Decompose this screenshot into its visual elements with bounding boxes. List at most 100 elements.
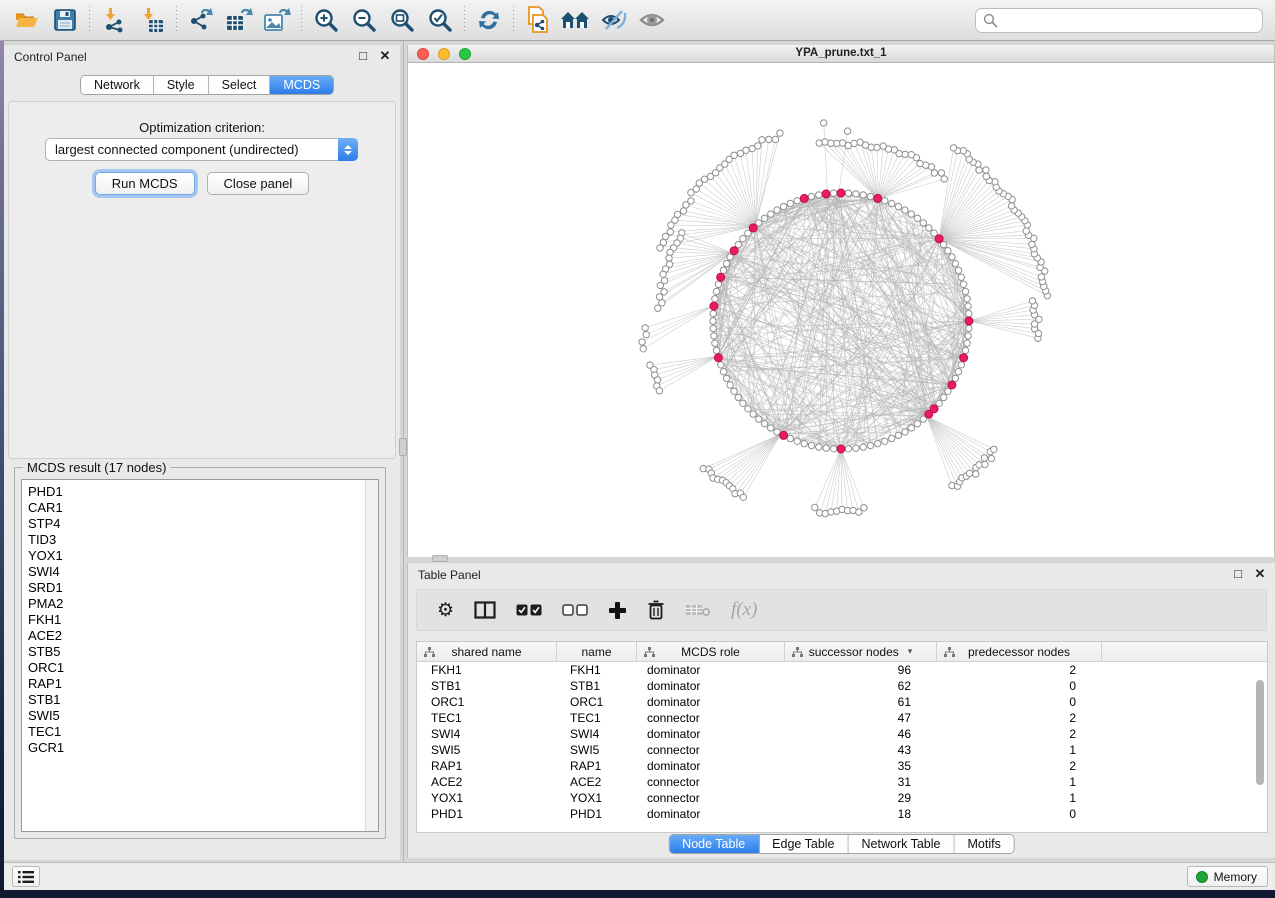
tab-select[interactable]: Select (209, 76, 271, 94)
network-node[interactable] (740, 494, 746, 500)
column-header-shared-name[interactable]: shared name (417, 642, 557, 661)
network-node[interactable] (983, 167, 989, 173)
network-node[interactable] (867, 193, 873, 199)
task-history-button[interactable] (12, 866, 40, 887)
table-row[interactable]: YOX1YOX1connector291 (417, 790, 1267, 806)
network-node[interactable] (962, 288, 968, 294)
network-node[interactable] (965, 303, 971, 309)
network-node[interactable] (845, 190, 851, 196)
delete-table-button[interactable] (685, 603, 711, 617)
export-image-button[interactable] (258, 3, 296, 37)
network-node[interactable] (955, 267, 961, 273)
network-node[interactable] (794, 438, 800, 444)
new-network-from-selection-button[interactable] (519, 3, 557, 37)
network-node[interactable] (688, 190, 694, 196)
network-node[interactable] (902, 207, 908, 213)
network-node[interactable] (880, 143, 886, 149)
network-node[interactable] (982, 461, 988, 467)
network-node[interactable] (938, 170, 944, 176)
delete-column-button[interactable] (647, 600, 665, 620)
network-node[interactable] (772, 136, 778, 142)
mcds-network-node[interactable] (960, 354, 968, 362)
network-node[interactable] (680, 208, 686, 214)
network-node[interactable] (711, 333, 717, 339)
table-row[interactable]: FKH1FKH1dominator962 (417, 662, 1267, 678)
tab-motifs[interactable]: Motifs (954, 835, 1013, 853)
network-node[interactable] (710, 310, 716, 316)
table-scrollbar-thumb[interactable] (1256, 680, 1264, 785)
network-node[interactable] (867, 442, 873, 448)
network-node[interactable] (853, 191, 859, 197)
network-node[interactable] (875, 440, 881, 446)
import-table-button[interactable] (133, 3, 171, 37)
mcds-result-item[interactable]: PHD1 (28, 484, 378, 500)
network-node[interactable] (710, 325, 716, 331)
network-node[interactable] (926, 225, 932, 231)
network-node[interactable] (976, 167, 982, 173)
network-node[interactable] (657, 245, 663, 251)
network-node[interactable] (657, 282, 663, 288)
show-columns-button[interactable] (474, 601, 496, 619)
network-node[interactable] (759, 137, 765, 143)
zoom-selected-button[interactable] (421, 3, 459, 37)
criterion-dropdown[interactable]: largest connected component (undirected) (45, 138, 358, 161)
float-panel-icon[interactable]: □ (354, 48, 372, 63)
network-node[interactable] (845, 446, 851, 452)
tab-network-table[interactable]: Network Table (849, 835, 955, 853)
mcds-network-node[interactable] (874, 194, 882, 202)
mcds-network-node[interactable] (710, 302, 718, 310)
network-node[interactable] (861, 505, 867, 511)
function-builder-button[interactable]: f(x) (731, 599, 757, 621)
show-graphics-details-button[interactable] (633, 3, 671, 37)
zoom-in-button[interactable] (307, 3, 345, 37)
export-network-button[interactable] (182, 3, 220, 37)
table-row[interactable]: STB1STB1dominator620 (417, 678, 1267, 694)
network-node[interactable] (787, 200, 793, 206)
network-node[interactable] (828, 140, 834, 146)
network-node[interactable] (774, 207, 780, 213)
mcds-network-node[interactable] (948, 381, 956, 389)
network-node[interactable] (745, 406, 751, 412)
mcds-result-item[interactable]: STB5 (28, 644, 378, 660)
network-node[interactable] (882, 438, 888, 444)
refresh-layout-button[interactable] (470, 3, 508, 37)
search-field[interactable] (975, 8, 1263, 33)
network-node[interactable] (895, 203, 901, 209)
network-node[interactable] (816, 140, 822, 146)
network-window-titlebar[interactable]: YPA_prune.txt_1 (408, 45, 1274, 63)
mcds-network-node[interactable] (822, 190, 830, 198)
mcds-result-item[interactable]: ORC1 (28, 660, 378, 676)
mcds-result-list[interactable]: PHD1CAR1STP4TID3YOX1SWI4SRD1PMA2FKH1ACE2… (21, 479, 379, 832)
import-network-button[interactable] (95, 3, 133, 37)
horizontal-splitter-handle[interactable] (432, 555, 448, 562)
network-node[interactable] (727, 382, 733, 388)
column-header-name[interactable]: name (557, 642, 637, 661)
network-node[interactable] (964, 340, 970, 346)
zoom-out-button[interactable] (345, 3, 383, 37)
float-panel-icon[interactable]: □ (1229, 566, 1247, 581)
close-panel-icon[interactable]: ✕ (376, 48, 394, 64)
network-node[interactable] (1029, 241, 1035, 247)
network-node[interactable] (965, 333, 971, 339)
network-node[interactable] (794, 198, 800, 204)
close-panel-icon[interactable]: ✕ (1251, 566, 1269, 582)
network-node[interactable] (655, 305, 661, 311)
mcds-result-item[interactable]: SWI4 (28, 564, 378, 580)
network-node[interactable] (952, 375, 958, 381)
network-node[interactable] (973, 471, 979, 477)
network-node[interactable] (718, 362, 724, 368)
network-node[interactable] (712, 340, 718, 346)
network-node[interactable] (857, 139, 863, 145)
network-node[interactable] (908, 211, 914, 217)
network-node[interactable] (787, 435, 793, 441)
mcds-result-item[interactable]: GCR1 (28, 740, 378, 756)
network-node[interactable] (643, 331, 649, 337)
network-node[interactable] (756, 416, 762, 422)
network-node[interactable] (720, 369, 726, 375)
network-node[interactable] (640, 346, 646, 352)
add-column-button[interactable] (608, 601, 627, 620)
network-node[interactable] (860, 444, 866, 450)
export-table-button[interactable] (220, 3, 258, 37)
mcds-network-node[interactable] (837, 189, 845, 197)
table-row[interactable]: ORC1ORC1dominator610 (417, 694, 1267, 710)
